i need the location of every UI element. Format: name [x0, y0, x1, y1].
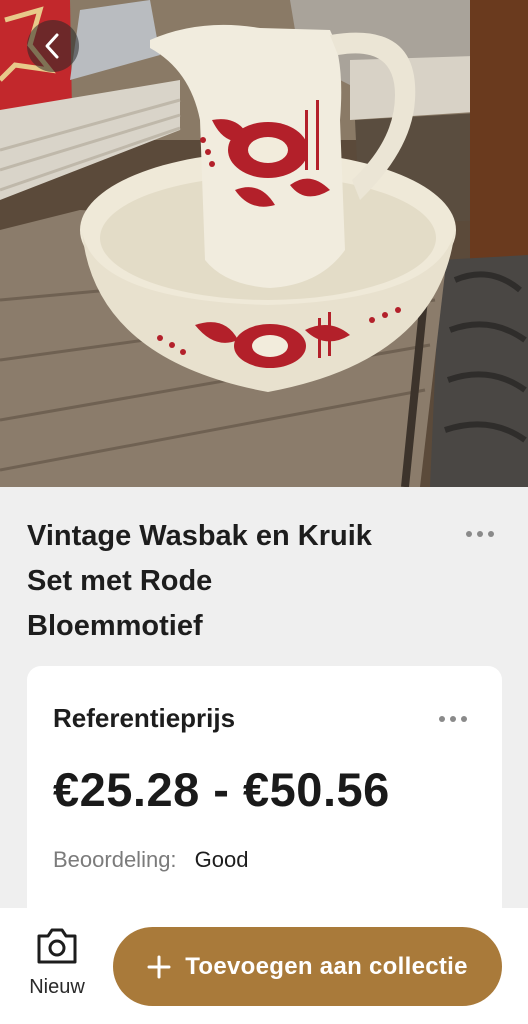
camera-icon — [37, 928, 77, 964]
card-more-options-icon[interactable] — [439, 716, 467, 722]
condition-value: Good — [194, 847, 249, 872]
add-to-collection-label: Toevoegen aan collectie — [185, 952, 468, 980]
bottom-bar: Nieuw Toevoegen aan collectie — [0, 908, 528, 1024]
back-button[interactable] — [27, 20, 79, 72]
new-label: Nieuw — [29, 976, 85, 998]
product-photo[interactable] — [0, 0, 528, 487]
product-title-line-2: Set met Rode — [27, 565, 213, 597]
price-range: €25.28 - €50.56 — [53, 763, 390, 816]
new-scan-button[interactable]: Nieuw — [18, 926, 96, 1006]
add-to-collection-button[interactable]: Toevoegen aan collectie — [113, 927, 502, 1006]
product-title: Vintage Wasbak en Kruik Set met Rode Blo… — [27, 514, 447, 649]
chevron-left-icon — [45, 33, 59, 59]
plus-icon — [147, 955, 171, 978]
condition-row: Beoordeling: Good — [53, 847, 249, 873]
product-title-line-3: Bloemmotief — [27, 610, 203, 642]
card-label: Referentieprijs — [53, 703, 236, 733]
condition-label: Beoordeling: — [53, 847, 177, 872]
product-title-line-1: Vintage Wasbak en Kruik — [27, 520, 372, 552]
more-options-icon[interactable] — [466, 531, 494, 537]
